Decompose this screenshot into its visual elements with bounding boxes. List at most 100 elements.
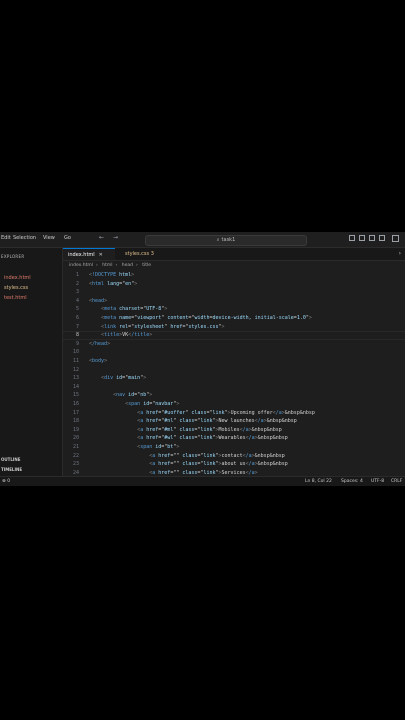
line-number: 9	[75, 340, 79, 347]
line-number: 21	[72, 444, 79, 450]
line-number: 14	[72, 383, 79, 390]
breadcrumb-head[interactable]: head	[122, 263, 133, 268]
breadcrumb-title[interactable]: title	[142, 263, 151, 268]
code-line[interactable]: 15 <nav id="nb">	[63, 391, 405, 400]
workspace-name: task1	[221, 237, 236, 243]
tab-styles-css[interactable]: styles.css 3	[120, 248, 165, 260]
code-line[interactable]: 20 <a href="#wl" class="link">Wearables<…	[63, 434, 405, 443]
code-line[interactable]: 9 </head>	[63, 340, 405, 349]
line-number: 19	[72, 426, 79, 433]
toggle-panel-icon[interactable]	[359, 235, 365, 241]
indentation[interactable]: Spaces: 4	[341, 478, 363, 486]
code-line[interactable]: 5 <meta charset="UTF-8">	[63, 305, 405, 314]
code-line[interactable]: 2 <html lang="en">	[63, 280, 405, 289]
code-line[interactable]: 4 <head>	[63, 297, 405, 306]
code-text: <meta name="viewport" content="width=dev…	[101, 315, 312, 321]
line-number: 16	[72, 401, 79, 407]
menu-go[interactable]: Go	[64, 235, 71, 241]
line-number: 11	[72, 358, 79, 364]
file-test-html[interactable]: test.html	[4, 295, 27, 301]
code-line[interactable]: 12	[63, 366, 405, 375]
code-text: <meta charset="UTF-8">	[101, 306, 168, 313]
restore-window-icon[interactable]	[392, 235, 399, 242]
code-line[interactable]: 14	[63, 383, 405, 392]
explorer-sidebar: EXPLORER index.html styles.css test.html…	[0, 248, 63, 476]
code-line[interactable]: 21 <span id="bt">	[63, 443, 405, 452]
breadcrumb: index.html › html › head › title	[63, 262, 154, 270]
code-line[interactable]: 8 <title>VK</title>	[63, 331, 405, 340]
cursor-position[interactable]: Ln 8, Col 22	[305, 478, 332, 486]
code-line[interactable]: 16 <span id="navbar">	[63, 400, 405, 409]
code-text: <a href="#nl" class="link">New launches<…	[137, 418, 297, 425]
file-styles-css[interactable]: styles.css	[4, 285, 28, 291]
menu-selection[interactable]: Selection	[13, 235, 36, 241]
line-number: 10	[72, 349, 79, 356]
code-editor[interactable]: 1 <!DOCTYPE html> 2 <html lang="en"> 3 4 <head…	[63, 271, 405, 476]
breadcrumb-html[interactable]: html	[102, 263, 112, 268]
line-number: 7	[75, 323, 79, 330]
code-line[interactable]: 7 <link rel="stylesheet" href="styles.cs…	[63, 323, 405, 332]
tab-index-html[interactable]: index.html ✕	[63, 248, 115, 260]
file-index-html[interactable]: index.html	[4, 275, 31, 281]
code-text: <title>VK</title>	[101, 332, 153, 339]
chevron-right-icon: ›	[96, 263, 98, 268]
code-text: <!DOCTYPE html>	[89, 272, 135, 278]
customize-layout-icon[interactable]	[379, 235, 385, 241]
status-bar: ⊗ 0 Ln 8, Col 22 Spaces: 4 UTF-8 CRLF	[0, 476, 405, 486]
code-text: <head>	[89, 297, 108, 304]
code-line[interactable]: 3	[63, 288, 405, 297]
line-number: 8	[75, 332, 79, 339]
code-line[interactable]: 18 <a href="#nl" class="link">New launch…	[63, 417, 405, 426]
code-text: <body>	[89, 358, 108, 364]
line-ending[interactable]: CRLF	[391, 478, 402, 486]
code-text: <a href="" class="link">contact</a>&nbsp…	[149, 452, 285, 459]
command-center-search[interactable]: ⌕ task1	[145, 235, 307, 246]
problems-indicator[interactable]: ⊗ 0	[2, 478, 10, 486]
editor-tabs: index.html ✕ styles.css 3 ›	[63, 248, 405, 261]
code-text: <a href="" class="link">about us</a>&nbs…	[149, 461, 288, 468]
line-number: 18	[72, 418, 79, 425]
code-line[interactable]: 6 <meta name="viewport" content="width=d…	[63, 314, 405, 323]
line-number: 20	[72, 435, 79, 442]
code-text: <html lang="en">	[89, 280, 138, 287]
outline-section[interactable]: OUTLINE	[1, 457, 21, 462]
line-number: 2	[75, 280, 79, 287]
line-number: 22	[72, 452, 79, 459]
code-text: <a href="#ml" class="link">Mobiles</a>&n…	[137, 426, 282, 433]
code-line[interactable]: 19 <a href="#ml" class="link">Mobiles</a…	[63, 426, 405, 435]
menu-view[interactable]: View	[43, 235, 55, 241]
chevron-right-icon: ›	[115, 263, 118, 268]
code-text: <a href="" class="link">Services</a>	[149, 469, 258, 476]
breadcrumb-file[interactable]: index.html	[69, 263, 93, 268]
code-line[interactable]: 17 <a href="#uoffer" class="link">Upcomi…	[63, 409, 405, 418]
code-line[interactable]: 24 <a href="" class="link">Services</a>	[63, 469, 405, 476]
line-number: 17	[72, 409, 79, 416]
code-line[interactable]: 23 <a href="" class="link">about us</a>&…	[63, 460, 405, 469]
vscode-window: Edit Selection View Go ← → ⌕ task1 EXPLOR…	[0, 232, 405, 486]
split-editor-icon[interactable]: ›	[399, 250, 401, 257]
toggle-secondary-sidebar-icon[interactable]	[369, 235, 375, 241]
code-line[interactable]: 11 <body>	[63, 357, 405, 366]
close-icon[interactable]: ✕	[99, 252, 103, 258]
chevron-right-icon: ›	[136, 263, 138, 268]
line-number: 3	[75, 289, 79, 296]
code-line[interactable]: 13 <div id="main">	[63, 374, 405, 383]
code-line[interactable]: 1 <!DOCTYPE html>	[63, 271, 405, 280]
code-line[interactable]: 22 <a href="" class="link">contact</a>&n…	[63, 452, 405, 461]
code-line[interactable]: 10	[63, 348, 405, 357]
code-text: <span id="navbar">	[125, 401, 180, 407]
code-text: <nav id="nb">	[113, 392, 153, 399]
code-text: <span id="bt">	[137, 444, 180, 450]
back-arrow-icon[interactable]: ←	[99, 234, 104, 241]
line-number: 1	[75, 272, 79, 278]
forward-arrow-icon[interactable]: →	[113, 234, 118, 241]
line-number: 13	[72, 375, 79, 382]
line-number: 24	[72, 469, 79, 476]
title-bar: Edit Selection View Go ← → ⌕ task1	[0, 232, 405, 248]
encoding[interactable]: UTF-8	[371, 478, 384, 486]
menu-edit[interactable]: Edit	[1, 235, 11, 241]
toggle-sidebar-icon[interactable]	[349, 235, 355, 241]
line-number: 15	[72, 392, 79, 399]
timeline-section[interactable]: TIMELINE	[1, 467, 22, 472]
search-icon: ⌕	[216, 237, 220, 243]
